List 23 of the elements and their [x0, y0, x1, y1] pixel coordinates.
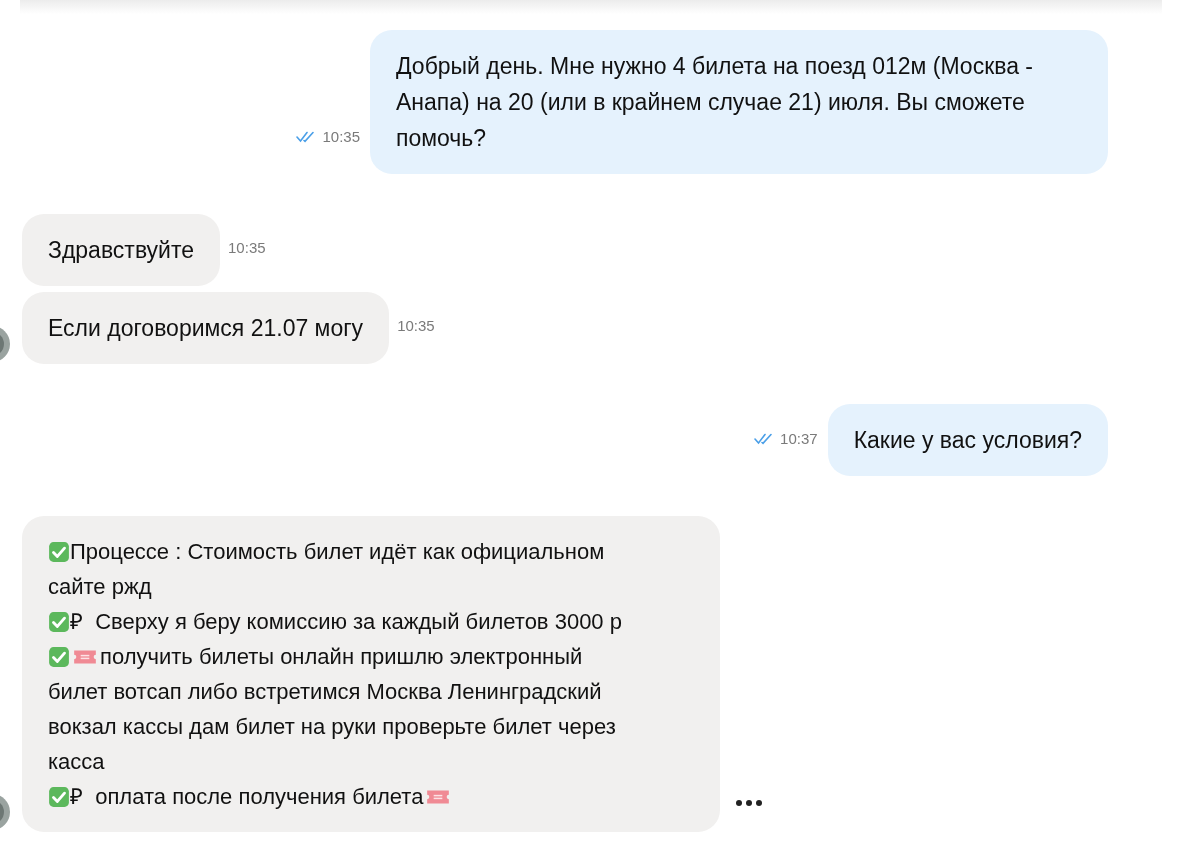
- message-text: сайте ржд: [48, 574, 152, 599]
- message-text: ₽ оплата после получения билета: [70, 784, 424, 809]
- message-text: Процессе : Стоимость билет идёт как официальном: [70, 539, 605, 564]
- message-text: вокзал кассы дам билет на руки проверьте билет через: [48, 714, 616, 739]
- check-mark-icon: [48, 541, 70, 563]
- outgoing-message: Добрый день. Мне нужно 4 билета на поезд 012м (Москва - Анапа) на 20 (или в крайнем случае 21) июля. Вы сможете помочь?: [370, 30, 1108, 174]
- check-mark-icon: [48, 646, 70, 668]
- check-mark-icon: [48, 786, 70, 808]
- message-text: получить билеты онлайн пришлю электронный: [100, 644, 583, 669]
- message-time: 10:37: [780, 428, 818, 449]
- message-text: ₽ Сверху я беру комиссию за каждый билетов 3000 р: [70, 609, 622, 634]
- message-time: 10:35: [322, 126, 360, 147]
- outgoing-message: Какие у вас условия?: [827, 404, 1108, 476]
- check-mark-icon: [48, 611, 70, 633]
- ticket-icon: [72, 648, 98, 666]
- incoming-message: Здравствуйте: [22, 214, 221, 286]
- more-options-button[interactable]: [736, 798, 762, 808]
- message-time: 10:35: [397, 317, 435, 334]
- incoming-message: Если договоримся 21.07 могу: [22, 292, 390, 364]
- message-text: билет вотсап либо встретимся Москва Ленинградский: [48, 679, 602, 704]
- message-text: касса: [48, 749, 105, 774]
- message-time: 10:35: [228, 239, 266, 256]
- ticket-icon: [425, 788, 452, 806]
